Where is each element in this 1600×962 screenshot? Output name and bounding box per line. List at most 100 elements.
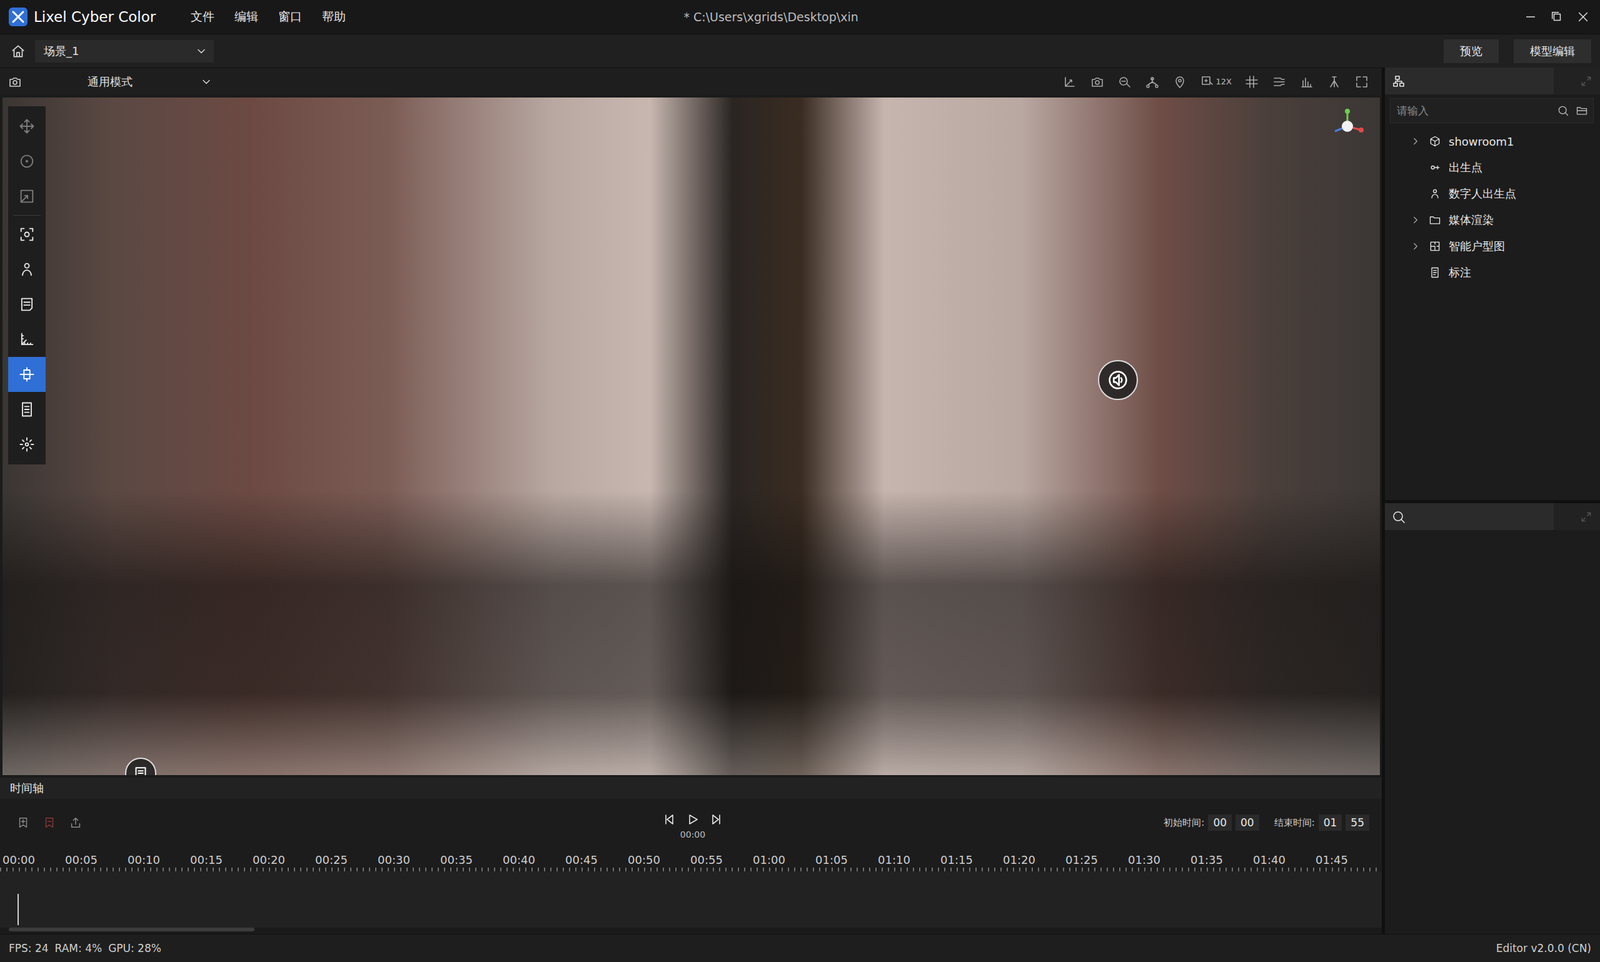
menu-item[interactable]: 编辑 (224, 5, 269, 29)
viewport-tool[interactable]: 12X (1199, 74, 1232, 90)
maximize-button[interactable] (1549, 10, 1564, 24)
undock-button[interactable] (1579, 510, 1600, 524)
chevright-icon (1409, 240, 1422, 252)
tree-icon (1391, 73, 1407, 89)
search-button[interactable] (1556, 104, 1570, 117)
menu-item[interactable]: 窗口 (268, 5, 312, 29)
scene-viewport[interactable] (2, 97, 1380, 776)
home-button[interactable] (10, 43, 27, 60)
viewport-tool[interactable] (1354, 74, 1370, 90)
chevdown-icon (195, 45, 208, 58)
avatar-icon (1428, 187, 1442, 201)
tree-item[interactable]: showroom1 (1384, 128, 1600, 155)
keydel-icon (42, 815, 57, 830)
start-time-field[interactable]: 00 (1235, 814, 1260, 831)
tool-button[interactable] (8, 108, 46, 144)
mode-dropdown[interactable]: 通用模式 (87, 74, 213, 90)
viewport-tool[interactable] (1062, 74, 1078, 90)
axis-gizmo-icon[interactable] (1328, 107, 1367, 146)
folder-icon (1428, 213, 1442, 227)
tool-button[interactable] (8, 143, 46, 179)
tree-item[interactable]: 数字人出生点 (1384, 180, 1600, 207)
tick-label: 01:00 (750, 853, 813, 867)
close-button[interactable] (1576, 10, 1590, 24)
minimize-button[interactable] (1523, 10, 1538, 24)
time-ruler[interactable]: 00:0000:0500:1000:1500:2000:2500:3000:35… (0, 846, 1382, 872)
add-keyframe-button[interactable] (16, 815, 31, 830)
scene-dropdown[interactable]: 场景_1 (35, 40, 214, 63)
tree-item[interactable]: 出生点 (1384, 154, 1600, 181)
viewport-tool[interactable] (1144, 74, 1160, 90)
tool-button[interactable] (8, 427, 46, 463)
scene-render[interactable] (2, 97, 1380, 776)
tool-button[interactable] (8, 392, 46, 428)
tree-item[interactable]: 智能户型图 (1384, 233, 1600, 260)
viewport-tool[interactable] (1326, 74, 1342, 90)
section-icon (18, 365, 36, 384)
tree-header (1384, 67, 1600, 95)
tool-button[interactable] (8, 322, 46, 358)
menu-item[interactable]: 文件 (180, 5, 225, 29)
tree-tab[interactable] (1384, 67, 1554, 95)
menu-item[interactable]: 帮助 (311, 5, 356, 29)
end-time-field[interactable]: 55 (1345, 814, 1370, 831)
tick-label: 00:55 (687, 853, 751, 867)
right-panel: showroom1出生点数字人出生点媒体渲染智能户型图标注 (1381, 67, 1600, 935)
tree-search (1389, 98, 1594, 124)
viewport-tool[interactable] (1117, 74, 1133, 90)
move-icon (18, 117, 36, 136)
tree-item[interactable]: 媒体渲染 (1384, 206, 1600, 234)
tree-chevron[interactable] (1409, 214, 1422, 226)
playhead[interactable] (17, 894, 19, 926)
timeline-track[interactable] (0, 871, 1382, 928)
viewport-tool[interactable] (1244, 74, 1260, 90)
export-button[interactable] (68, 815, 83, 830)
tool-button[interactable] (8, 178, 46, 214)
play-button[interactable] (685, 812, 701, 828)
tree-label: 标注 (1448, 265, 1472, 281)
open-folder-button[interactable] (1575, 104, 1589, 117)
properties-panel (1384, 500, 1600, 935)
zoom-label: 12X (1216, 76, 1232, 87)
tree-list: showroom1出生点数字人出生点媒体渲染智能户型图标注 (1384, 125, 1600, 286)
end-time-label: 结束时间: (1274, 817, 1315, 830)
tool-button[interactable] (8, 286, 46, 323)
tree-search-input[interactable] (1395, 101, 1551, 121)
cube-icon (1428, 135, 1442, 148)
marker-icon (131, 764, 151, 776)
maximize-icon (1549, 10, 1564, 24)
timeline-panel: 时间轴00:00初始时间:0000结束时间:015500:0000:0500:1… (0, 777, 1382, 935)
tick-label: 00:15 (187, 853, 251, 867)
end-time-field[interactable]: 01 (1318, 814, 1343, 831)
start-time-field[interactable]: 00 (1207, 814, 1232, 831)
tick-label: 01:45 (1313, 853, 1376, 867)
tree-item[interactable]: 标注 (1384, 259, 1600, 286)
tree-label: 智能户型图 (1448, 238, 1505, 254)
properties-tab[interactable] (1384, 503, 1554, 531)
tree-chevron[interactable] (1409, 135, 1422, 147)
header-button[interactable]: 预览 (1443, 39, 1499, 64)
viewport-tool[interactable] (1172, 74, 1188, 90)
previous-button[interactable] (661, 812, 677, 828)
next-button[interactable] (709, 812, 725, 828)
prev-icon (661, 812, 677, 828)
corner-icon (1579, 510, 1593, 524)
rotate-icon (18, 152, 36, 171)
viewport-menu-button[interactable] (7, 74, 23, 90)
header-button[interactable]: 模型编辑 (1513, 39, 1592, 64)
undock-button[interactable] (1579, 75, 1600, 88)
tool-button[interactable] (8, 357, 46, 393)
delete-keyframe-button[interactable] (42, 815, 57, 830)
tree-chevron[interactable] (1409, 240, 1422, 252)
chevright-icon (1409, 214, 1422, 226)
scene-value: 场景_1 (43, 43, 79, 59)
viewport-tool[interactable] (1089, 74, 1105, 90)
scroll-thumb[interactable] (8, 927, 255, 932)
sound-marker[interactable] (1097, 360, 1138, 401)
tool-button[interactable] (8, 251, 46, 287)
tool-button[interactable] (8, 216, 46, 252)
tick-label: 01:30 (1125, 853, 1188, 867)
viewport-tool[interactable] (1271, 74, 1287, 90)
tick-label: 01:05 (812, 853, 876, 867)
viewport-tool[interactable] (1299, 74, 1315, 90)
